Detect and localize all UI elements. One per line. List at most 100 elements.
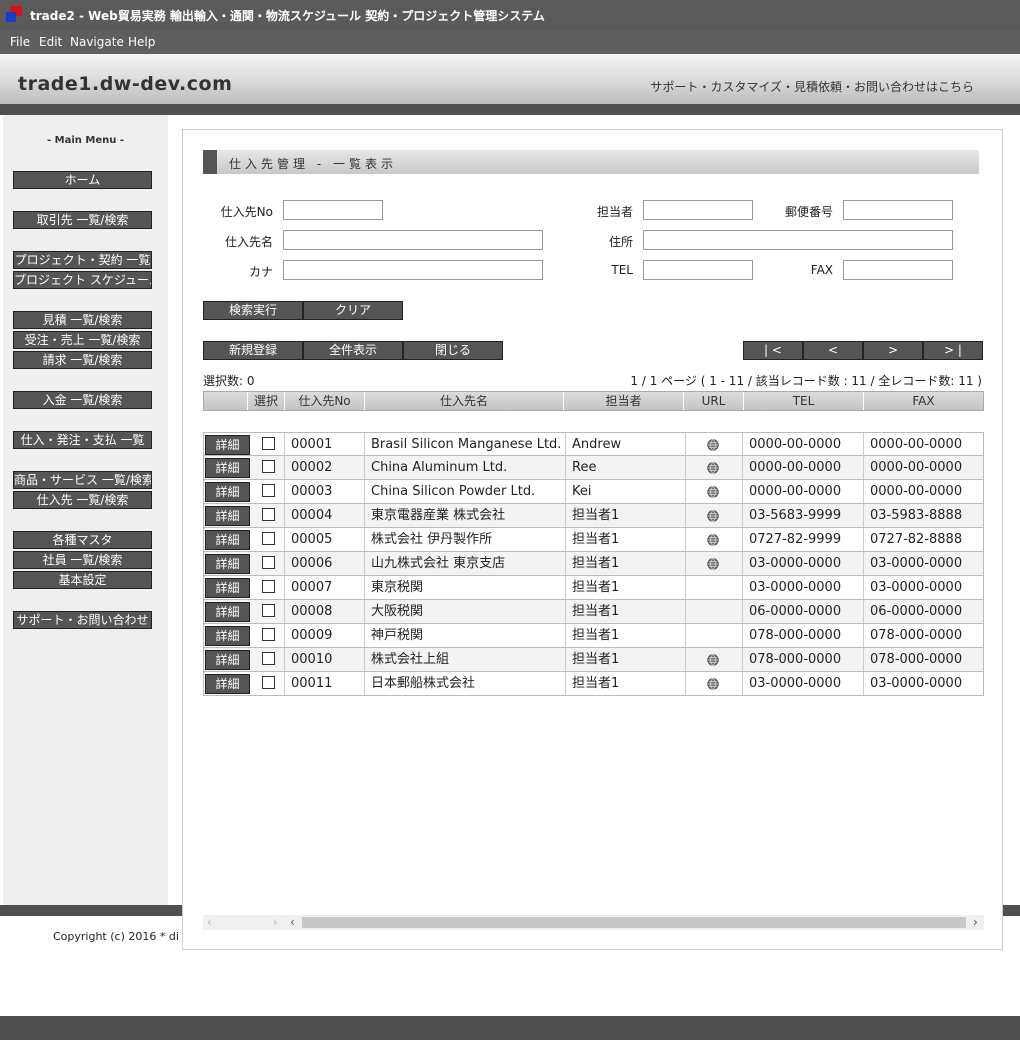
sidebar-item-support[interactable]: サポート・お問い合わせ <box>13 611 152 629</box>
table-row: 詳細 00005 株式会社 伊丹製作所 担当者1 0727-82-9999 07… <box>203 528 984 552</box>
close-button[interactable]: 閉じる <box>403 341 503 360</box>
globe-icon[interactable] <box>707 486 719 498</box>
clear-button[interactable]: クリア <box>303 301 403 320</box>
sidebar-item-payments[interactable]: 入金 一覧/検索 <box>13 391 152 409</box>
supplier-no-input[interactable] <box>283 200 383 220</box>
globe-icon[interactable] <box>707 654 719 666</box>
header-select: 選択 <box>247 392 284 410</box>
header-supplier-name: 仕入先名 <box>364 392 563 410</box>
sidebar-item-orders-sales[interactable]: 受注・売上 一覧/検索 <box>13 331 152 349</box>
detail-button[interactable]: 詳細 <box>205 435 250 455</box>
site-name[interactable]: trade1.dw-dev.com <box>18 73 232 95</box>
left-pane-scrollbar[interactable]: ‹ › <box>203 915 288 930</box>
supplier-name-input[interactable] <box>283 230 543 250</box>
scrollbar-thumb[interactable] <box>302 917 966 928</box>
app-icon <box>6 6 22 22</box>
row-checkbox[interactable] <box>262 652 275 665</box>
postal-code-input[interactable] <box>843 200 953 220</box>
sidebar-item-products[interactable]: 商品・サービス 一覧/検索 <box>13 471 152 489</box>
row-checkbox[interactable] <box>262 676 275 689</box>
detail-button[interactable]: 詳細 <box>205 554 250 574</box>
cell-fax: 0000-00-0000 <box>863 480 983 503</box>
row-checkbox[interactable] <box>262 580 275 593</box>
sidebar-item-invoices[interactable]: 請求 一覧/検索 <box>13 351 152 369</box>
sidebar-item-suppliers[interactable]: 仕入先 一覧/検索 <box>13 491 152 509</box>
scroll-right-arrow-icon[interactable]: › <box>273 915 278 930</box>
detail-button[interactable]: 詳細 <box>205 482 250 502</box>
detail-button[interactable]: 詳細 <box>205 506 250 526</box>
scroll-left-arrow-icon[interactable]: ‹ <box>207 915 212 930</box>
last-page-button[interactable]: > | <box>923 341 983 360</box>
cell-tel: 0000-00-0000 <box>742 456 863 479</box>
detail-button[interactable]: 詳細 <box>205 578 250 598</box>
globe-icon[interactable] <box>707 534 719 546</box>
cell-url <box>685 576 742 599</box>
menu-edit[interactable]: Edit <box>39 35 62 49</box>
sidebar-item-quotes[interactable]: 見積 一覧/検索 <box>13 311 152 329</box>
menu-help[interactable]: Help <box>128 35 155 49</box>
new-button[interactable]: 新規登録 <box>203 341 303 360</box>
cell-supplier-no: 00007 <box>284 576 364 599</box>
detail-button[interactable]: 詳細 <box>205 626 250 646</box>
page-title-bar: 仕入先管理 - 一覧表示 <box>203 150 979 174</box>
postal-code-label: 郵便番号 <box>784 205 833 219</box>
row-checkbox[interactable] <box>262 508 275 521</box>
cell-fax: 0000-00-0000 <box>863 456 983 479</box>
sidebar-item-customers[interactable]: 取引先 一覧/検索 <box>13 211 152 229</box>
scroll-right-arrow-icon[interactable]: › <box>973 915 978 930</box>
next-page-button[interactable]: > <box>863 341 923 360</box>
cell-supplier-name: 日本郵船株式会社 <box>364 672 565 695</box>
detail-button[interactable]: 詳細 <box>205 674 250 694</box>
sidebar-item-masters[interactable]: 各種マスタ <box>13 531 152 549</box>
menu-navigate[interactable]: Navigate <box>70 35 124 49</box>
detail-button[interactable]: 詳細 <box>205 530 250 550</box>
menu-file[interactable]: File <box>10 35 30 49</box>
row-checkbox[interactable] <box>262 556 275 569</box>
header-supplier-no: 仕入先No <box>284 392 364 410</box>
window-titlebar: trade2 - Web貿易実務 輸出輸入・通関・物流スケジュール 契約・プロジ… <box>0 0 1020 30</box>
row-checkbox[interactable] <box>262 604 275 617</box>
cell-supplier-name: 東京電器産業 株式会社 <box>364 504 565 527</box>
right-pane-scrollbar[interactable]: ‹ › <box>288 915 984 930</box>
row-checkbox[interactable] <box>262 532 275 545</box>
row-checkbox[interactable] <box>262 628 275 641</box>
detail-button[interactable]: 詳細 <box>205 602 250 622</box>
globe-icon[interactable] <box>707 558 719 570</box>
contact-input[interactable] <box>643 200 753 220</box>
globe-icon[interactable] <box>707 510 719 522</box>
cell-contact: 担当者1 <box>565 600 685 623</box>
table-row: 詳細 00010 株式会社上組 担当者1 078-000-0000 078-00… <box>203 648 984 672</box>
cell-supplier-no: 00003 <box>284 480 364 503</box>
cell-fax: 078-000-0000 <box>863 648 983 671</box>
search-button[interactable]: 検索実行 <box>203 301 303 320</box>
detail-button[interactable]: 詳細 <box>205 650 250 670</box>
sidebar-item-settings[interactable]: 基本設定 <box>13 571 152 589</box>
prev-page-button[interactable]: < <box>803 341 863 360</box>
sidebar-item-purchases[interactable]: 仕入・発注・支払 一覧 <box>13 431 152 449</box>
address-input[interactable] <box>643 230 953 250</box>
fax-input[interactable] <box>843 260 953 280</box>
sidebar-item-project-schedule[interactable]: プロジェクト スケジュール <box>13 271 152 289</box>
cell-url <box>685 600 742 623</box>
scroll-left-arrow-icon[interactable]: ‹ <box>290 915 295 930</box>
kana-label: カナ <box>248 265 273 279</box>
globe-icon[interactable] <box>707 439 719 451</box>
sidebar-item-home[interactable]: ホーム <box>13 171 152 189</box>
sidebar-item-projects[interactable]: プロジェクト・契約 一覧 <box>13 251 152 269</box>
cell-contact: 担当者1 <box>565 504 685 527</box>
globe-icon[interactable] <box>707 462 719 474</box>
cell-tel: 078-000-0000 <box>742 624 863 647</box>
first-page-button[interactable]: | < <box>743 341 803 360</box>
row-checkbox[interactable] <box>262 437 275 450</box>
window-title: trade2 - Web貿易実務 輸出輸入・通関・物流スケジュール 契約・プロジ… <box>30 9 545 23</box>
sidebar-item-employees[interactable]: 社員 一覧/検索 <box>13 551 152 569</box>
tel-input[interactable] <box>643 260 753 280</box>
table-row: 詳細 00001 Brasil Silicon Manganese Ltd. A… <box>203 432 984 456</box>
kana-input[interactable] <box>283 260 543 280</box>
globe-icon[interactable] <box>707 678 719 690</box>
detail-button[interactable]: 詳細 <box>205 458 250 478</box>
row-checkbox[interactable] <box>262 460 275 473</box>
row-checkbox[interactable] <box>262 484 275 497</box>
support-link[interactable]: サポート・カスタマイズ・見積依頼・お問い合わせはこちら <box>650 78 974 95</box>
show-all-button[interactable]: 全件表示 <box>303 341 403 360</box>
